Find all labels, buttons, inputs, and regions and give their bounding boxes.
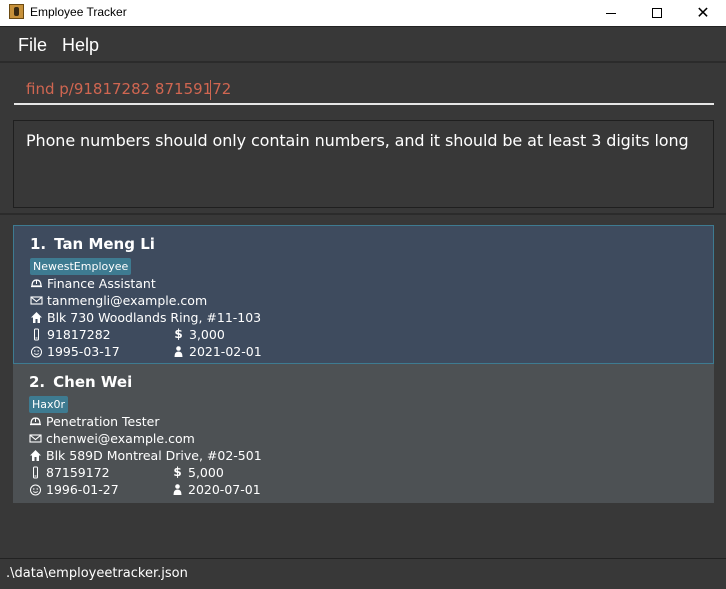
mail-icon	[30, 294, 43, 307]
employee-address: Blk 589D Montreal Drive, #02-501	[46, 448, 262, 463]
home-icon	[29, 449, 42, 462]
employee-role: Finance Assistant	[47, 276, 156, 291]
phone-icon	[29, 466, 42, 479]
employee-index: 2.	[29, 373, 46, 391]
employee-tag: Hax0r	[29, 396, 69, 413]
phone-icon	[30, 328, 43, 341]
employee-phone-row: 91817282	[30, 327, 111, 342]
maximize-icon	[652, 8, 662, 18]
employee-role-row: Finance Assistant	[30, 276, 156, 291]
employee-tag: NewestEmployee	[30, 258, 132, 275]
employee-join-date-row: 2020-07-01	[171, 482, 261, 497]
menu-help[interactable]: Help	[62, 35, 99, 56]
employee-name-line: 1. Tan Meng Li	[30, 235, 155, 253]
mail-icon	[29, 432, 42, 445]
app-icon	[9, 4, 24, 19]
employee-salary: 5,000	[188, 465, 224, 480]
employee-name-line: 2. Chen Wei	[29, 373, 132, 391]
hardhat-icon	[30, 277, 43, 290]
employee-birthday-row: 1996-01-27	[29, 482, 119, 497]
minimize-icon	[606, 12, 616, 14]
person-icon	[172, 345, 185, 358]
cake-icon	[30, 345, 43, 358]
employee-salary-row: $ 5,000	[171, 465, 224, 480]
employee-phone: 87159172	[46, 465, 110, 480]
menu-file[interactable]: File	[18, 35, 47, 56]
employee-phone: 91817282	[47, 327, 111, 342]
employee-name: Chen Wei	[53, 373, 133, 391]
employee-list: 1. Tan Meng Li NewestEmployee Finance Ass…	[13, 225, 714, 503]
command-box	[0, 63, 726, 115]
command-input[interactable]	[14, 75, 714, 105]
employee-email-row: chenwei@example.com	[29, 431, 195, 446]
minimize-button[interactable]	[588, 0, 634, 26]
employee-role: Penetration Tester	[46, 414, 160, 429]
employee-index: 1.	[30, 235, 47, 253]
employee-join-date-row: 2021-02-01	[172, 344, 262, 359]
employee-card[interactable]: 1. Tan Meng Li NewestEmployee Finance Ass…	[13, 225, 714, 364]
maximize-button[interactable]	[634, 0, 680, 26]
employee-role-row: Penetration Tester	[29, 414, 159, 429]
home-icon	[30, 311, 43, 324]
save-location: .\data\employeetracker.json	[6, 566, 188, 581]
title-bar: Employee Tracker ✕	[0, 0, 726, 26]
status-bar: .\data\employeetracker.json	[0, 558, 726, 589]
employee-salary: 3,000	[189, 327, 225, 342]
employee-salary-row: $ 3,000	[172, 327, 225, 342]
result-display: Phone numbers should only contain number…	[13, 120, 714, 208]
employee-address: Blk 730 Woodlands Ring, #11-103	[47, 310, 262, 325]
employee-email: chenwei@example.com	[46, 431, 195, 446]
close-button[interactable]: ✕	[680, 0, 726, 26]
menu-bar: File Help	[0, 26, 726, 62]
employee-card[interactable]: 2. Chen Wei Hax0r Penetration Tester chen…	[13, 364, 714, 503]
cake-icon	[29, 483, 42, 496]
employee-phone-row: 87159172	[29, 465, 110, 480]
dollar-icon: $	[173, 465, 182, 479]
result-message: Phone numbers should only contain number…	[26, 131, 689, 150]
employee-join-date: 2020-07-01	[188, 482, 261, 497]
person-icon	[171, 483, 184, 496]
employee-email: tanmengli@example.com	[47, 293, 208, 308]
hardhat-icon	[29, 415, 42, 428]
employee-address-row: Blk 589D Montreal Drive, #02-501	[29, 448, 262, 463]
employee-email-row: tanmengli@example.com	[30, 293, 207, 308]
close-icon: ✕	[696, 3, 710, 22]
employee-address-row: Blk 730 Woodlands Ring, #11-103	[30, 310, 261, 325]
panel-divider	[0, 213, 726, 215]
employee-name: Tan Meng Li	[54, 235, 155, 253]
employee-birthday: 1995-03-17	[47, 344, 120, 359]
employee-birthday-row: 1995-03-17	[30, 344, 120, 359]
employee-birthday: 1996-01-27	[46, 482, 119, 497]
window-title: Employee Tracker	[30, 5, 127, 19]
dollar-icon: $	[174, 327, 183, 341]
employee-join-date: 2021-02-01	[189, 344, 262, 359]
text-caret	[210, 80, 211, 100]
